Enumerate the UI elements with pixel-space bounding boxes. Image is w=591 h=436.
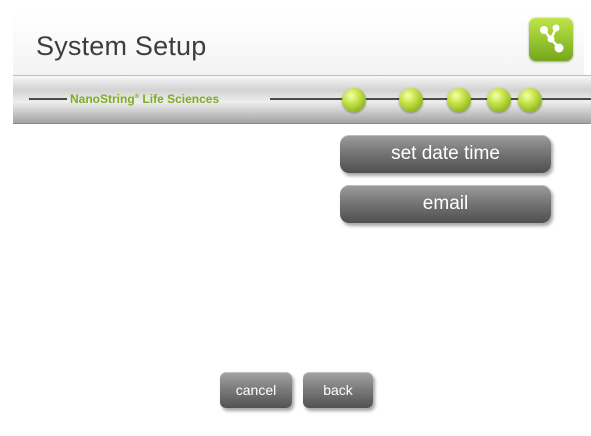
header-bar: System Setup [13,13,584,75]
progress-dot [487,88,511,112]
brand-name: NanoString [70,92,135,106]
banner-divider-left [29,98,67,100]
network-nodes-icon [529,17,573,61]
set-date-time-button[interactable]: set date time [340,135,551,173]
brand-label: NanoString® Life Sciences [70,92,219,106]
progress-dot [518,88,542,112]
brand-banner: NanoString® Life Sciences [13,75,591,124]
banner-divider-right [270,98,591,100]
back-button[interactable]: back [303,372,373,408]
progress-dot [342,88,366,112]
email-button[interactable]: email [340,185,551,223]
page-title: System Setup [36,31,207,61]
brand-suffix: Life Sciences [139,92,220,106]
progress-dot [447,88,471,112]
progress-dot [399,88,423,112]
cancel-button[interactable]: cancel [220,372,292,408]
